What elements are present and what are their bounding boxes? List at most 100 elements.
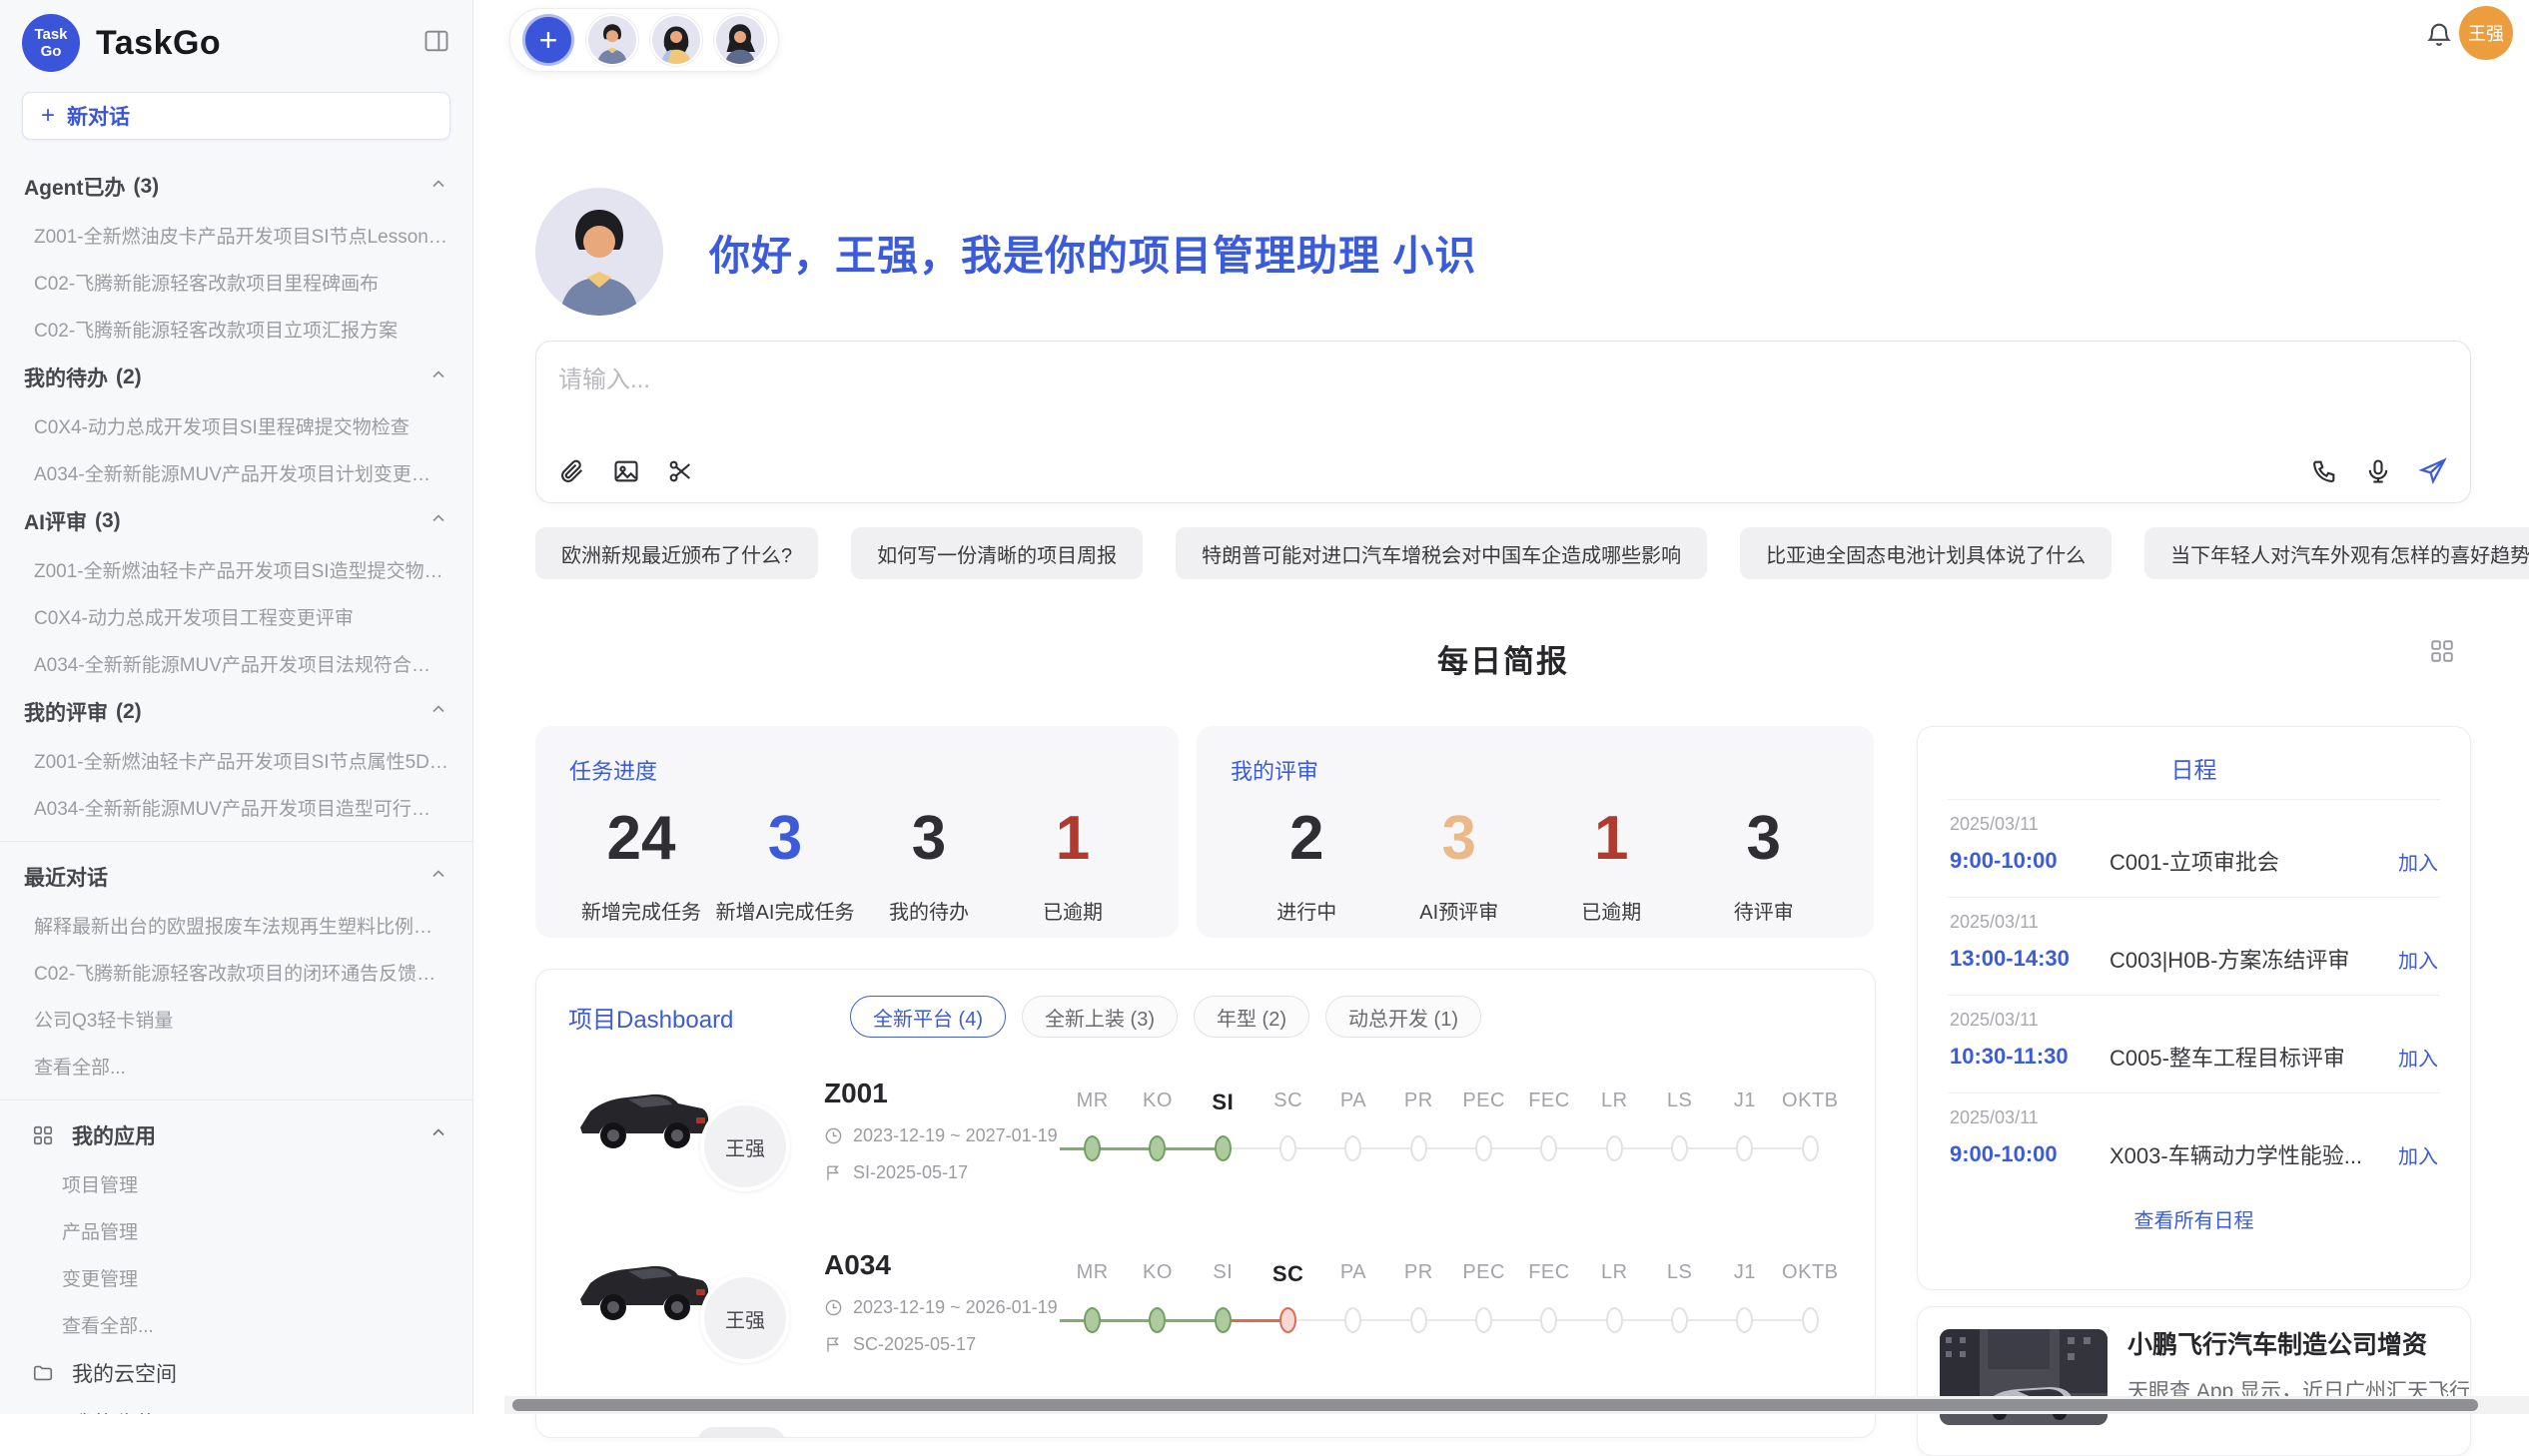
scrollbar-thumb[interactable] [512, 1399, 2478, 1411]
suggestion-chip[interactable]: 欧洲新规最近颁布了什么? [535, 527, 818, 579]
project-row[interactable]: 王强 Z001 2023-12-19 ~ 2027-01-19 SI-2025-… [568, 1052, 1843, 1209]
chevron-up-icon[interactable] [428, 864, 448, 890]
schedule-item: 2025/03/11 9:00-10:00 C001-立项审批会 加入 [1948, 799, 2440, 897]
schedule-name: C005-整车工程目标评审 [2109, 1041, 2386, 1073]
chevron-up-icon[interactable] [428, 174, 448, 200]
my-review-card: 我的评审 2进行中 3AI预评审 1已逾期 3待评审 [1197, 726, 1874, 938]
sidebar-item[interactable]: C0X4-动力总成开发项目SI里程碑提交物检查 [0, 402, 472, 449]
tab-new-body[interactable]: 全新上装 (3) [1022, 996, 1178, 1038]
app-item-change-mgmt[interactable]: 变更管理 [0, 1254, 472, 1301]
stat-label: 新增完成任务 [569, 896, 713, 925]
agent-avatar[interactable] [714, 14, 766, 66]
user-avatar[interactable]: 王强 [2459, 6, 2513, 60]
app-item-product-mgmt[interactable]: 产品管理 [0, 1207, 472, 1254]
milestone-dot [1540, 1135, 1557, 1161]
milestone-dot-done [1084, 1135, 1101, 1161]
milestone-label: SC [1256, 1090, 1320, 1115]
sidebar-collapse-icon[interactable] [422, 27, 450, 60]
briefing-layout-icon[interactable] [2429, 638, 2455, 669]
agent-avatar[interactable] [586, 14, 638, 66]
horizontal-scrollbar[interactable] [504, 1396, 2529, 1414]
notification-bell-icon[interactable] [2425, 20, 2453, 53]
suggestion-chip[interactable]: 当下年轻人对汽车外观有怎样的喜好趋势 [2144, 527, 2529, 579]
sidebar-item[interactable]: C0X4-动力总成开发项目工程变更评审 [0, 593, 472, 640]
sidebar-item[interactable]: A034-全新新能源MUV产品开发项目造型可行性评审 [0, 784, 472, 831]
milestone-dot [1802, 1307, 1819, 1333]
sidebar-group-agent-done[interactable]: Agent已办 (3) [0, 162, 472, 212]
sidebar-item-cloud-space[interactable]: 我的云空间 [0, 1348, 472, 1398]
schedule-date: 2025/03/11 [1950, 1107, 2438, 1128]
next-project-peek [696, 1427, 786, 1438]
project-row[interactable]: 王强 A034 2023-12-19 ~ 2026-01-19 SC-2025-… [568, 1223, 1843, 1381]
send-icon[interactable] [2418, 456, 2448, 486]
join-button[interactable]: 加入 [2398, 945, 2438, 974]
milestone-dot [1279, 1135, 1296, 1161]
schedule-date: 2025/03/11 [1950, 912, 2438, 933]
chevron-up-icon[interactable] [428, 699, 448, 725]
view-all-link[interactable]: 查看全部... [0, 1301, 472, 1348]
folder-icon [32, 1362, 54, 1384]
sidebar-item[interactable]: C02-飞腾新能源轻客改款项目立项汇报方案 [0, 306, 472, 353]
attachment-icon[interactable] [558, 457, 586, 485]
view-all-schedule-link[interactable]: 查看所有日程 [1948, 1204, 2440, 1233]
add-agent-button[interactable]: + [522, 14, 574, 66]
truck-image [568, 1233, 718, 1343]
stat-value: 2 [1231, 800, 1383, 878]
agent-avatar[interactable] [650, 14, 702, 66]
milestone-label: J1 [1712, 1090, 1777, 1115]
tab-new-platform[interactable]: 全新平台 (4) [850, 996, 1006, 1038]
join-button[interactable]: 加入 [2398, 847, 2438, 876]
sidebar-group-ai-review[interactable]: AI评审 (3) [0, 496, 472, 546]
sidebar-item[interactable]: Z001-全新燃油轻卡产品开发项目SI造型提交物评审 [0, 546, 472, 593]
join-button[interactable]: 加入 [2398, 1043, 2438, 1072]
suggestion-chip[interactable]: 如何写一份清晰的项目周报 [851, 527, 1143, 579]
truck-image [568, 1062, 718, 1171]
news-card[interactable]: 小鹏飞行汽车制造公司增资 天眼查 App 显示，近日广州汇天飞行汽... [1917, 1306, 2471, 1456]
tab-year-model[interactable]: 年型 (2) [1194, 996, 1309, 1038]
chevron-up-icon[interactable] [428, 508, 448, 534]
join-button[interactable]: 加入 [2398, 1140, 2438, 1169]
recent-chat-item[interactable]: 解释最新出台的欧盟报废车法规再生塑料比例被调到15%... [0, 902, 472, 949]
dashboard-tabs: 全新平台 (4) 全新上装 (3) 年型 (2) 动总开发 (1) [850, 996, 1481, 1038]
milestone-dot [1475, 1135, 1492, 1161]
phone-icon[interactable] [2310, 457, 2338, 485]
sidebar-item[interactable]: A034-全新新能源MUV产品开发项目计划变更表编写 [0, 449, 472, 496]
microphone-icon[interactable] [2364, 457, 2392, 485]
milestone-dot [1606, 1307, 1623, 1333]
chat-input[interactable] [558, 360, 2448, 429]
new-chat-button[interactable]: + 新对话 [22, 92, 450, 140]
milestone-label-current: SC [1256, 1261, 1320, 1287]
project-code: Z001 [824, 1078, 1060, 1109]
sidebar-item[interactable]: Z001-全新燃油皮卡产品开发项目SI节点Lesson Learn报告 [0, 212, 472, 259]
image-icon[interactable] [612, 457, 640, 485]
app-item-project-mgmt[interactable]: 项目管理 [0, 1160, 472, 1207]
chevron-up-icon[interactable] [428, 1122, 448, 1148]
schedule-item: 2025/03/11 9:00-10:00 X003-车辆动力学性能验... 加… [1948, 1092, 2440, 1190]
group-title: 我的评审 [24, 697, 108, 727]
recent-chat-item[interactable]: 公司Q3轻卡销量 [0, 996, 472, 1043]
sidebar-item-favorites[interactable]: 我的收藏 [0, 1398, 472, 1414]
scissors-icon[interactable] [666, 457, 694, 485]
suggestion-chip[interactable]: 比亚迪全固态电池计划具体说了什么 [1740, 527, 2111, 579]
favorites-label: 我的收藏 [72, 1408, 156, 1414]
cloud-space-label: 我的云空间 [72, 1358, 177, 1388]
sidebar-group-my-todo[interactable]: 我的待办 (2) [0, 353, 472, 402]
view-all-link[interactable]: 查看全部... [0, 1043, 472, 1090]
stat-value: 1 [1001, 800, 1145, 878]
milestone-label: LS [1647, 1261, 1712, 1287]
recent-chat-item[interactable]: C02-飞腾新能源轻客改款项目的闭环通告反馈情况 [0, 949, 472, 996]
milestone-label: PEC [1451, 1090, 1516, 1115]
stat-label: 进行中 [1231, 896, 1383, 925]
clock-icon [824, 1298, 843, 1317]
sidebar-item-my-apps[interactable]: 我的应用 [0, 1110, 472, 1160]
milestone-label: OKTB [1778, 1261, 1843, 1287]
milestone-dot [1736, 1307, 1753, 1333]
sidebar-item[interactable]: Z001-全新燃油轻卡产品开发项目SI节点属性5D文件评审 [0, 737, 472, 784]
sidebar-group-my-review[interactable]: 我的评审 (2) [0, 687, 472, 737]
chevron-up-icon[interactable] [428, 364, 448, 390]
tab-powertrain[interactable]: 动总开发 (1) [1325, 996, 1481, 1038]
sidebar-item[interactable]: A034-全新新能源MUV产品开发项目法规符合性评审 [0, 640, 472, 687]
sidebar-item[interactable]: C02-飞腾新能源轻客改款项目里程碑画布 [0, 259, 472, 306]
suggestion-chip[interactable]: 特朗普可能对进口汽车增税会对中国车企造成哪些影响 [1176, 527, 1707, 579]
sidebar-group-recent[interactable]: 最近对话 [0, 852, 472, 902]
